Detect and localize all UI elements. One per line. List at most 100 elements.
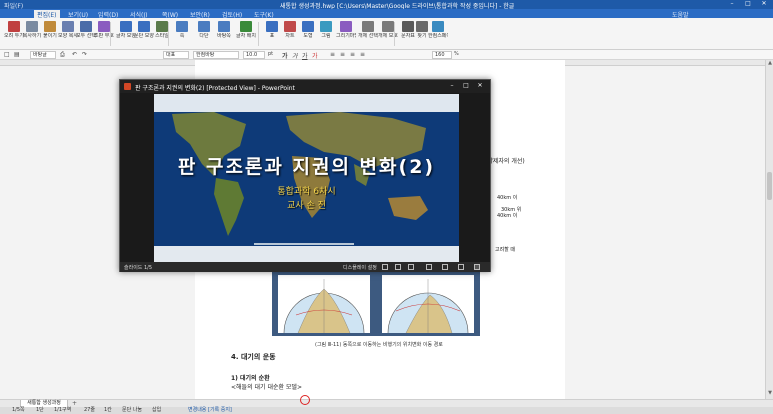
undo-icon[interactable]: ↶ [72, 51, 77, 58]
status-page: 1/5쪽 [12, 407, 25, 413]
zoom-input[interactable]: 160 [432, 51, 452, 59]
drawing-button[interactable]: 그리기마당 [336, 20, 356, 48]
scroll-up-icon[interactable]: ▲ [766, 60, 773, 67]
italic-icon[interactable]: 가 [292, 51, 298, 60]
minimize-button[interactable]: – [724, 0, 740, 9]
text-box-button[interactable]: 바탕쪽 [214, 20, 234, 48]
cut-icon [8, 21, 20, 32]
underline-icon[interactable]: 가 [302, 51, 308, 60]
align-left-icon[interactable]: ≡ [330, 51, 335, 58]
figure-caption: (그림 Ⅲ-11) 동쪽으로 이동하는 비행기의 위치변화 이동 경로 [315, 342, 443, 348]
object-select-button[interactable]: 개체 선택 [358, 20, 378, 48]
status-insert-mode[interactable]: 삽입 [152, 407, 161, 414]
picture-button[interactable]: 그림 [316, 20, 336, 48]
scroll-thumb[interactable] [767, 172, 772, 200]
ppt-maximize-button[interactable]: □ [460, 82, 472, 91]
fit-to-window-icon[interactable] [474, 264, 480, 270]
close-button[interactable]: ✕ [756, 0, 772, 9]
right-margin-area [565, 66, 765, 399]
redo-icon[interactable]: ↷ [82, 51, 87, 58]
slide-view[interactable]: 판 구조론과 지권의 변화(2) 통합과학 6차시 교사 손 진 [154, 94, 459, 262]
add-tab-icon[interactable]: + [72, 400, 77, 407]
sub-heading: 1) 대기의 순환 [231, 375, 270, 382]
ribbon-toolbar: 오려 두기 복사하기 붙이기 모양 복사 모두 선택 조판 부호 글자 모양 문단 모양 스타일… [0, 18, 773, 50]
cut-button[interactable]: 오려 두기 [4, 20, 24, 48]
paste-button[interactable]: 붙이기 [40, 20, 60, 48]
doc-side-note: 고려할 때 [495, 247, 515, 253]
find-button-label: 조판 부호 [94, 33, 114, 39]
section-heading: 4. 대기의 운동 [231, 353, 276, 361]
multi-column-button[interactable]: 다단 [194, 20, 214, 48]
layout-button[interactable]: 쪽 [172, 20, 192, 48]
chart-button[interactable]: 차트 [280, 20, 300, 48]
para-shape-button[interactable]: 문단 모양 [134, 20, 154, 48]
notes-view-icon[interactable] [408, 264, 414, 270]
layout-icon [176, 21, 188, 32]
char-shape-button[interactable]: 글자 모양 [116, 20, 136, 48]
slide-teacher: 교사 손 진 [287, 201, 326, 211]
paste-button-label: 붙이기 [43, 33, 57, 39]
picture-icon [320, 21, 332, 32]
document-tab-bar: 새통합 생성과정 + [0, 399, 773, 408]
find-icon [98, 21, 110, 32]
powerpoint-title-bar[interactable]: 판 구조론과 지권의 변화(2) [Protected View] - Powe… [120, 80, 490, 93]
presenter-view-icon[interactable] [382, 264, 388, 270]
align-right-icon[interactable]: ≡ [350, 51, 355, 58]
globe-right-drawing [387, 279, 469, 334]
language-select[interactable]: 대표 [163, 51, 189, 59]
font-select[interactable]: 한컴바탕 [193, 51, 239, 59]
chart-icon [284, 21, 296, 32]
status-track-changes[interactable]: 변경내용 [기록 중지] [188, 407, 232, 414]
object-protect-button[interactable]: 개체 보호 [378, 20, 398, 48]
style-select[interactable]: 바탕글 [30, 51, 56, 59]
hancom-button[interactable]: 한컴스페이스 [428, 20, 448, 48]
align-center-icon[interactable]: ≡ [340, 51, 345, 58]
find-button[interactable]: 조판 부호 [94, 20, 114, 48]
copy-button-label: 복사하기 [22, 33, 42, 39]
wrap-button[interactable]: 글자 배치 [236, 20, 256, 48]
status-bar: 1/5쪽 1단 1/1구역 27줄 1칸 문단 나눔 삽입 변경내용 [기록 중… [0, 407, 773, 414]
object-anchor-icon[interactable] [300, 395, 310, 405]
font-color-icon[interactable]: 가 [312, 51, 318, 60]
ppt-close-button[interactable]: ✕ [474, 82, 486, 91]
style-icon [156, 21, 168, 32]
powerpoint-logo-icon [124, 83, 131, 90]
table-button[interactable]: 표 [262, 20, 282, 48]
maximize-button[interactable]: □ [740, 0, 756, 9]
select-all-button[interactable]: 모두 선택 [76, 20, 96, 48]
format-copy-button[interactable]: 모양 복사 [58, 20, 78, 48]
globe-figure[interactable] [272, 271, 480, 336]
shape-button[interactable]: 도형 [298, 20, 318, 48]
powerpoint-window[interactable]: 판 구조론과 지권의 변화(2) [Protected View] - Powe… [119, 79, 491, 272]
style-button[interactable]: 스타일 [152, 20, 172, 48]
object-select-icon [362, 21, 374, 32]
slide-subtitle: 통합과학 6차시 [277, 187, 336, 197]
table-button-label: 표 [269, 33, 275, 39]
print-icon[interactable]: ⎙ [60, 51, 65, 59]
vertical-scrollbar[interactable]: ▲ ▼ [765, 60, 773, 399]
reading-view-icon[interactable] [442, 264, 448, 270]
status-section: 1/1구역 [54, 407, 72, 413]
multi-column-icon [198, 21, 210, 32]
ppt-minimize-button[interactable]: – [446, 82, 458, 91]
object-protect-icon [382, 21, 394, 32]
bold-icon[interactable]: 가 [282, 51, 288, 60]
font-size-input[interactable]: 10.0 [243, 51, 265, 59]
ribbon-separator [258, 22, 259, 46]
menu-bar: 편집(E) 보기(U) 입력(D) 서식(J) 쪽(W) 보안(R) 검토(H)… [0, 9, 773, 19]
open-icon[interactable]: ▤ [14, 51, 20, 58]
display-settings-button[interactable]: 디스플레이 설정 [343, 264, 377, 271]
justify-icon[interactable]: ≡ [360, 51, 365, 58]
para-shape-icon [138, 21, 150, 32]
globe-left-drawing [283, 279, 365, 334]
scroll-down-icon[interactable]: ▼ [766, 390, 773, 397]
wrap-icon [240, 21, 252, 32]
shape-icon [302, 21, 314, 32]
normal-view-icon[interactable] [395, 264, 401, 270]
char-shape-button-label: 글자 모양 [116, 33, 136, 39]
copy-button[interactable]: 복사하기 [22, 20, 42, 48]
new-doc-icon[interactable]: □ [4, 51, 10, 58]
menu-edit[interactable]: 편집(E) [34, 10, 60, 19]
slideshow-view-icon[interactable] [458, 264, 464, 270]
slide-sorter-icon[interactable] [426, 264, 432, 270]
